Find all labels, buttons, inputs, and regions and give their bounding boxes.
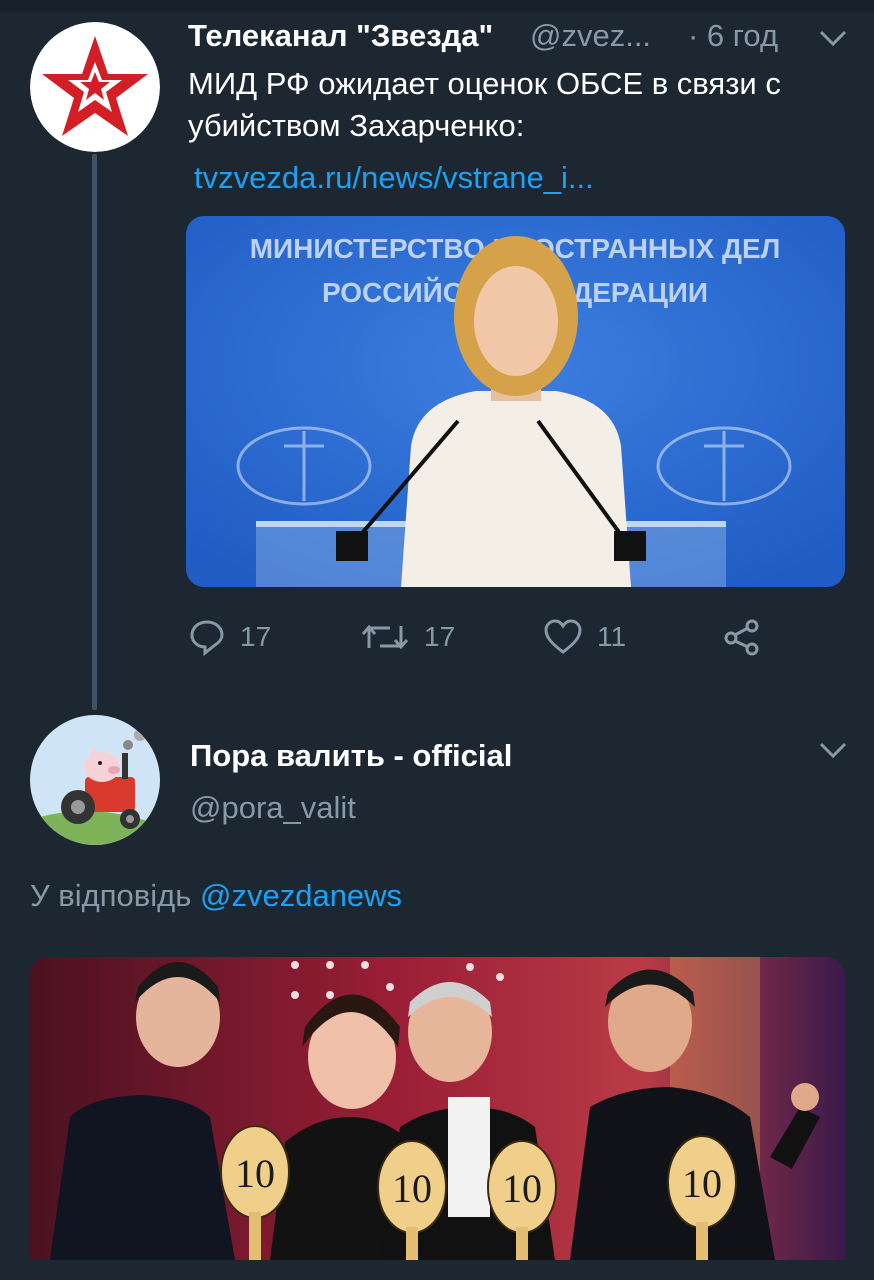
replying-to-label: У відповідь @zvezdanews [30, 878, 402, 914]
author-name[interactable]: Телеканал "Звезда" [188, 18, 493, 54]
pora-valit-avatar[interactable] [30, 715, 160, 845]
zvezda-avatar[interactable] [30, 22, 160, 152]
tweet-link[interactable]: tvzvezda.ru/news/vstrane_i... [194, 160, 594, 196]
score-paddle-3: 10 [502, 1166, 542, 1211]
tweet-menu-button[interactable] [818, 28, 848, 53]
author-name[interactable]: Пора валить - official [190, 738, 512, 774]
share-action[interactable] [722, 618, 762, 656]
chevron-down-icon [819, 30, 847, 47]
like-action[interactable]: 11 [543, 618, 626, 656]
score-paddle-2: 10 [392, 1166, 432, 1211]
pig-on-tractor-icon [30, 715, 160, 845]
thread-connector-line [92, 154, 97, 710]
author-handle[interactable]: @pora_valit [190, 790, 356, 826]
retweet-icon [361, 624, 409, 650]
retweet-count: 17 [424, 621, 456, 652]
zvezda-star-logo-icon [30, 22, 160, 152]
reply-icon [190, 620, 224, 656]
reply-prefix: У відповідь [30, 878, 192, 913]
heart-icon [544, 619, 582, 654]
share-icon [724, 619, 759, 656]
tweet-text: МИД РФ ожидает оценок ОБСЕ в связи с уби… [188, 66, 781, 143]
top-status-strip [0, 0, 874, 12]
score-paddle-4: 10 [682, 1161, 722, 1206]
tweet-time[interactable]: · 6 год [688, 18, 778, 54]
tweet-media-photo[interactable]: 10 10 10 10 [30, 957, 845, 1260]
score-paddle-1: 10 [235, 1151, 275, 1196]
tweet-media-photo[interactable]: МИНИСТЕРСТВО ИНОСТРАННЫХ ДЕЛ РОССИЙСКОЙ … [186, 216, 845, 587]
reply-mention-link[interactable]: @zvezdanews [200, 878, 402, 913]
author-handle[interactable]: @zvez... [530, 18, 651, 54]
tweet-menu-button[interactable] [818, 740, 848, 765]
retweet-action[interactable]: 17 [360, 618, 455, 656]
press-briefing-illustration: МИНИСТЕРСТВО ИНОСТРАННЫХ ДЕЛ РОССИЙСКОЙ … [186, 216, 845, 587]
judges-scoring-illustration: 10 10 10 10 [30, 957, 845, 1260]
reply-action[interactable]: 17 [188, 618, 271, 656]
reply-count: 17 [240, 621, 272, 652]
like-count: 11 [597, 621, 627, 652]
chevron-down-icon [819, 742, 847, 759]
